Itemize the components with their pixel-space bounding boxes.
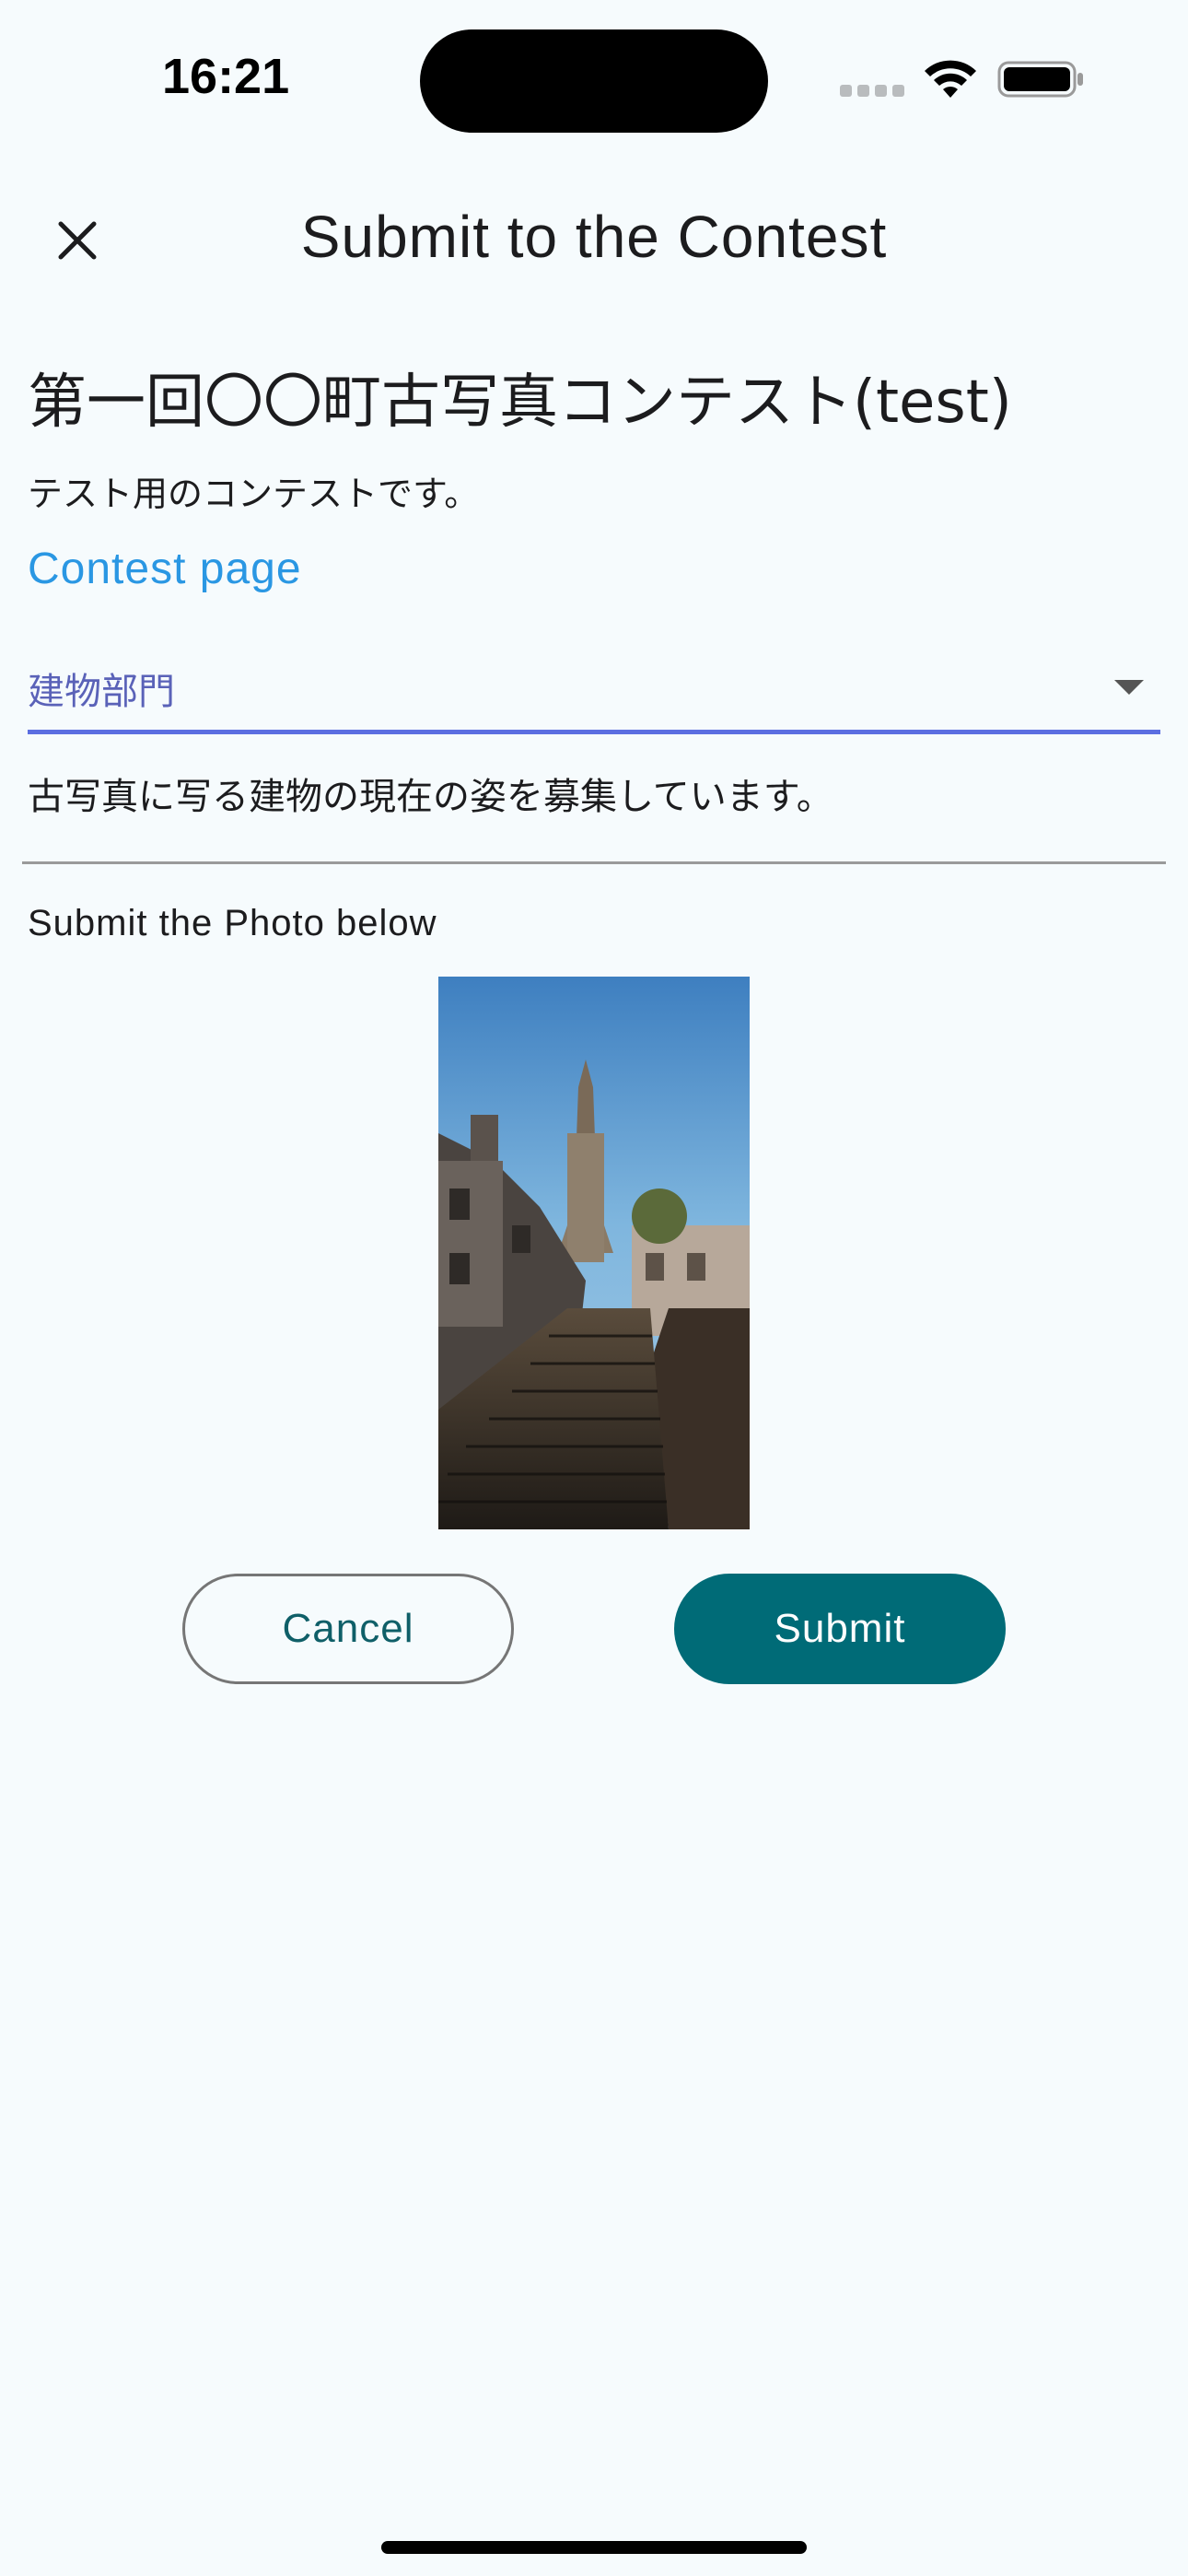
dropdown-arrow-icon bbox=[1114, 680, 1144, 695]
category-selected-value: 建物部門 bbox=[28, 671, 175, 713]
category-dropdown[interactable]: 建物部門 bbox=[28, 645, 1160, 734]
contest-page-link[interactable]: Contest page bbox=[28, 544, 302, 594]
cancel-button[interactable]: Cancel bbox=[182, 1574, 514, 1684]
status-time: 16:21 bbox=[162, 49, 290, 104]
photo-label: Submit the Photo below bbox=[28, 903, 437, 943]
page-title: Submit to the Contest bbox=[300, 204, 888, 270]
submit-button[interactable]: Submit bbox=[674, 1574, 1006, 1684]
divider bbox=[22, 861, 1166, 864]
status-bar: 16:21 bbox=[0, 0, 1188, 157]
home-indicator[interactable] bbox=[381, 2541, 807, 2554]
contest-title: 第一回〇〇町古写真コンテスト(test) bbox=[28, 369, 1012, 437]
app-bar: Submit to the Contest bbox=[0, 184, 1188, 295]
contest-description: テスト用のコンテストです。 bbox=[28, 474, 480, 514]
dynamic-island bbox=[420, 29, 768, 133]
battery-icon bbox=[997, 61, 1083, 98]
wifi-icon bbox=[925, 60, 976, 98]
photo-preview[interactable] bbox=[438, 977, 750, 1529]
category-description: 古写真に写る建物の現在の姿を募集しています。 bbox=[28, 776, 833, 818]
signal-dots-icon bbox=[840, 85, 904, 98]
